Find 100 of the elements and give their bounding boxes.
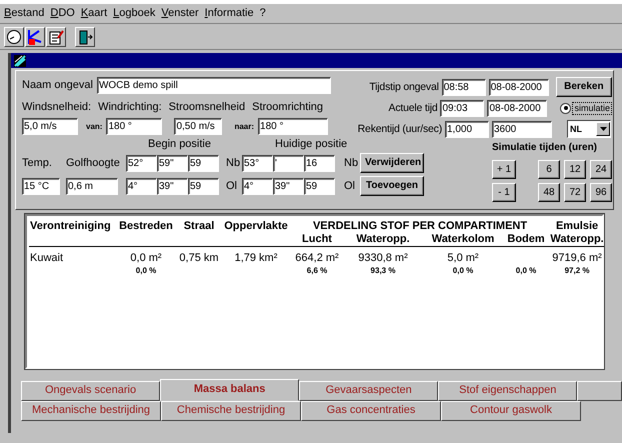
time-button[interactable]: 6 xyxy=(538,160,560,179)
percent-cell-text: 93,3 % xyxy=(370,266,396,276)
input-field[interactable]: 0,50 m/s xyxy=(174,118,222,136)
arrow-icon[interactable] xyxy=(25,27,45,47)
table-cell-text: 9330,8 m² xyxy=(357,252,409,266)
field-label: naar: xyxy=(234,122,254,132)
field-label: Windrichting: xyxy=(98,101,162,114)
tab[interactable]: Massa balans xyxy=(160,379,300,401)
section-label: Begin positie xyxy=(148,138,211,152)
input-field[interactable]: 09:03 xyxy=(440,100,484,117)
clock-icon[interactable] xyxy=(4,27,24,47)
menu-item[interactable]: Venster xyxy=(161,7,199,20)
field-label: Stroomsnelheid xyxy=(168,101,246,114)
tab[interactable]: Contour gaswolk xyxy=(441,401,581,421)
column-header: Emulsie xyxy=(554,220,600,234)
time-button[interactable]: 96 xyxy=(590,183,612,202)
input-field[interactable]: 180 ° xyxy=(106,118,162,136)
input-field[interactable]: 59 xyxy=(188,154,219,172)
input-field[interactable]: 39" xyxy=(157,178,188,195)
column-header: Oppervlakte xyxy=(221,220,291,247)
percent-cell-text: 97,2 % xyxy=(564,266,590,276)
tab[interactable]: Chemische bestrijding xyxy=(161,401,301,421)
field-label: Ol xyxy=(344,180,356,193)
input-field[interactable]: 59 xyxy=(304,178,335,195)
time-button[interactable]: 12 xyxy=(564,160,586,179)
input-field[interactable]: 4° xyxy=(242,178,273,195)
menu-item[interactable]: Informatie xyxy=(204,7,254,20)
field-label: Golfhoogte xyxy=(66,156,121,170)
percent-cell-text: 0,0 % xyxy=(134,266,158,276)
input-field[interactable]: 08-08-2000 xyxy=(488,78,549,96)
time-button[interactable]: 24 xyxy=(590,160,612,179)
field-label: Temp. xyxy=(22,156,53,170)
column-header: Wateropp. xyxy=(343,233,423,247)
menu-item[interactable]: Logboek xyxy=(113,7,156,20)
input-field[interactable]: 4° xyxy=(126,178,157,195)
menu-item[interactable]: Kaart xyxy=(80,7,108,20)
window-icon xyxy=(14,54,26,66)
action-button[interactable]: Toevoegen xyxy=(360,176,424,196)
time-button[interactable]: - 1 xyxy=(492,183,516,202)
field-label: Naam ongeval xyxy=(22,78,93,92)
time-button[interactable]: 48 xyxy=(538,183,560,202)
tab[interactable]: Gas concentraties xyxy=(301,401,441,421)
exit-door-icon[interactable] xyxy=(75,27,95,47)
input-field[interactable]: 16 xyxy=(304,154,335,172)
input-field[interactable]: 08-08-2000 xyxy=(487,100,548,117)
section-title: Simulatie tijden (uren) xyxy=(492,142,598,154)
column-header: Bestreden xyxy=(115,220,177,247)
table-cell: 0,75 km xyxy=(178,252,220,266)
input-field[interactable]: 59 xyxy=(188,178,219,195)
input-field[interactable]: 52° xyxy=(126,154,157,172)
percent-cell-text: 0,0 % xyxy=(514,266,538,276)
percent-cell-text: 6,6 % xyxy=(306,266,328,276)
column-header: VERDELING STOF PER COMPARTIMENT xyxy=(312,220,528,234)
input-field[interactable]: 53° xyxy=(242,154,273,172)
menu-item[interactable]: ? xyxy=(260,7,266,20)
input-field[interactable]: 39" xyxy=(273,178,304,195)
radio-button[interactable] xyxy=(560,102,572,114)
input-field[interactable]: 180 ° xyxy=(258,118,328,136)
input-field[interactable]: 08:58 xyxy=(442,78,486,96)
radio-label: simulatie xyxy=(572,102,612,115)
table-cell-text: Kuwait xyxy=(30,252,64,266)
field-label: Nb xyxy=(344,156,360,170)
tab[interactable]: Stof eigenschappen xyxy=(438,381,578,401)
field-label: van: xyxy=(86,122,102,132)
field-label: Actuele tijd xyxy=(388,102,438,115)
input-field[interactable]: 59" xyxy=(157,154,188,172)
table-cell-text: 9719,6 m² xyxy=(551,252,603,266)
table-cell-text: 664,2 m² xyxy=(294,252,340,266)
table-cell-text: 5,0 m² xyxy=(446,252,480,266)
tab[interactable]: Gevaarsaspecten xyxy=(299,381,438,401)
percent-cell-text: 0,0 % xyxy=(452,266,474,276)
table-cell-text: 1,79 km² xyxy=(234,252,278,266)
input-field[interactable]: 15 °C xyxy=(22,178,60,195)
calculate-button[interactable]: Bereken xyxy=(556,77,612,97)
input-field[interactable]: 3600 xyxy=(492,120,552,138)
time-button[interactable]: + 1 xyxy=(492,160,516,179)
menu-item[interactable]: Bestand xyxy=(4,7,44,20)
tab[interactable]: Mechanische bestrijding xyxy=(21,401,161,421)
input-field[interactable]: ' xyxy=(273,154,304,172)
column-header: Verontreiniging xyxy=(29,220,115,247)
table-cell-text: 0,0 m² xyxy=(129,252,163,266)
column-header: Straal xyxy=(177,220,221,247)
tab[interactable]: Ongevals scenario xyxy=(21,381,160,401)
column-header: Bodem xyxy=(503,233,550,247)
notepad-icon[interactable] xyxy=(46,27,66,47)
field-label: Windsnelheid: xyxy=(22,101,92,114)
column-header: Wateropp. xyxy=(549,233,605,247)
column-header: Waterkolom xyxy=(423,233,503,247)
time-button[interactable]: 72 xyxy=(564,183,586,202)
column-header: Lucht xyxy=(291,233,343,247)
field-label: Ol xyxy=(226,180,238,193)
field-label: Nb xyxy=(226,156,242,170)
input-field[interactable]: 1,000 xyxy=(445,120,489,138)
menu-item[interactable]: DDO xyxy=(50,7,75,20)
field-label: Stroomrichting xyxy=(252,101,324,114)
language-select[interactable]: NL xyxy=(567,120,611,138)
action-button[interactable]: Verwijderen xyxy=(360,153,424,174)
name-field[interactable]: WOCB demo spill xyxy=(96,77,331,94)
input-field[interactable]: 5,0 m/s xyxy=(22,118,78,136)
input-field[interactable]: 0,6 m xyxy=(66,178,118,195)
